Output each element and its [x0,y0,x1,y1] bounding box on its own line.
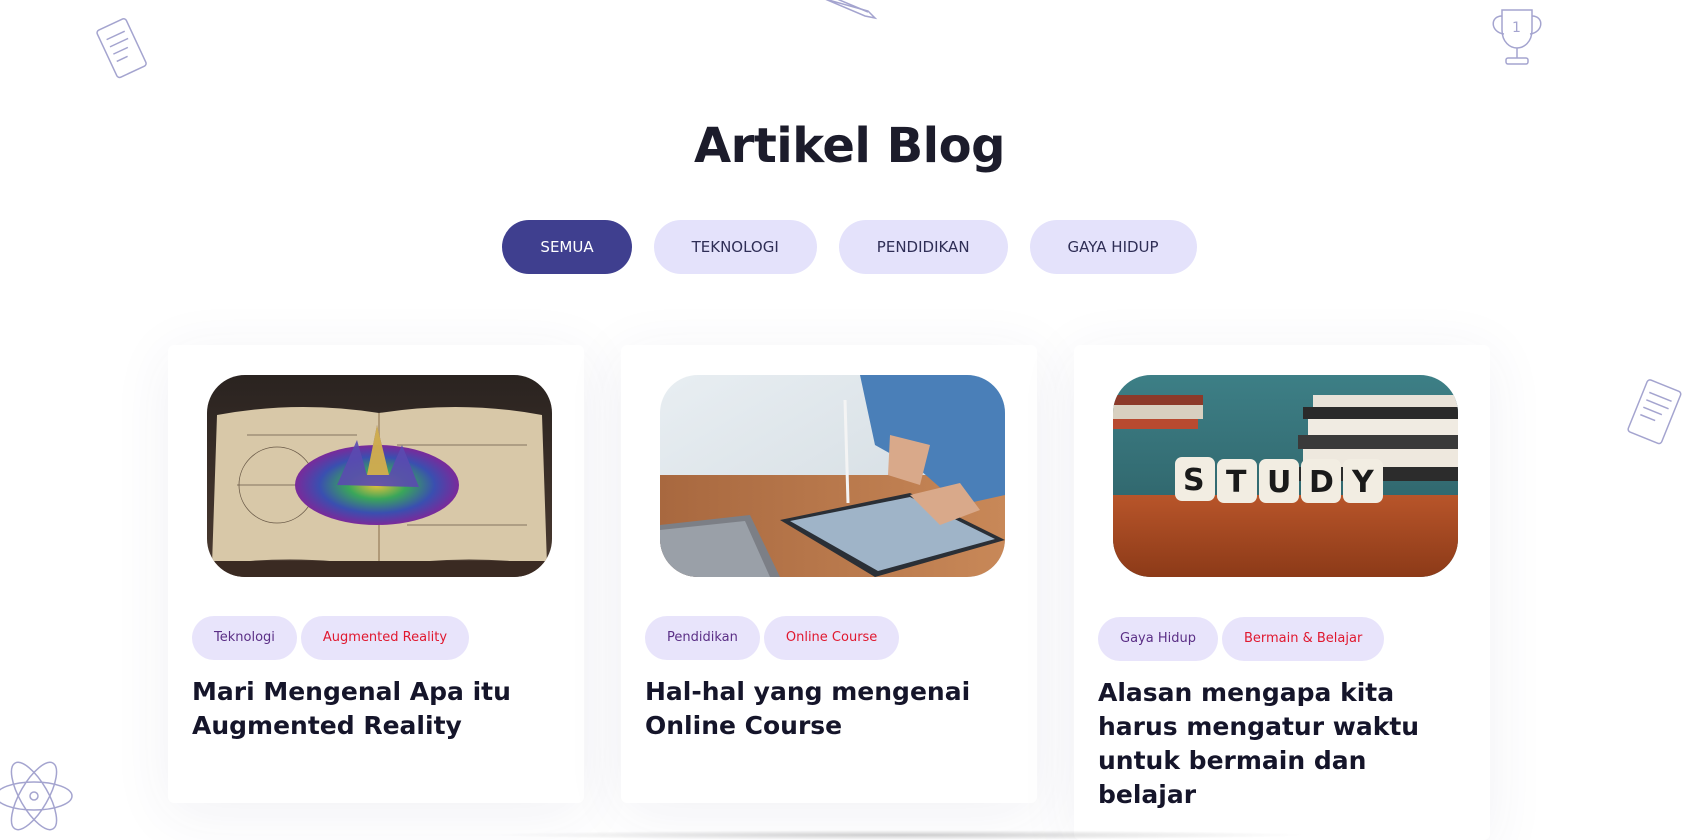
tablet-stylus-image[interactable] [660,375,1005,577]
article-title[interactable]: Hal-hal yang mengenai Online Course [645,675,1017,743]
document-doodle-icon [96,18,147,79]
tag-category[interactable]: Teknologi [192,616,297,660]
tag-topic[interactable]: Bermain & Belajar [1221,617,1385,661]
svg-text:1: 1 [1512,20,1521,36]
filter-semua-button[interactable]: SEMUA [502,220,632,274]
article-tags: Pendidikan Online Course [645,616,900,660]
article-card-augmented-reality[interactable]: Teknologi Augmented Reality Mari Mengena… [168,345,584,803]
filter-gaya-hidup-button[interactable]: GAYA HIDUP [1029,220,1197,274]
category-filter-bar: SEMUA TEKNOLOGI PENDIDIKAN GAYA HIDUP [0,220,1699,274]
svg-text:T: T [1226,465,1247,500]
svg-text:U: U [1267,465,1291,500]
trophy-doodle-icon: 1 [1492,9,1542,65]
pencil-doodle-icon [825,0,878,20]
atom-doodle-icon [0,761,73,831]
svg-text:S: S [1183,463,1205,498]
article-title[interactable]: Alasan mengapa kita harus mengatur waktu… [1098,676,1470,812]
notes-doodle-icon [1627,379,1682,445]
filter-pendidikan-button[interactable]: PENDIDIKAN [838,220,1008,274]
article-title[interactable]: Mari Mengenal Apa itu Augmented Reality [192,675,564,743]
section-divider [490,830,1310,840]
article-card-time-management[interactable]: ST UDY Gaya Hidup Bermain & Belajar Alas… [1074,345,1490,840]
article-tags: Teknologi Augmented Reality [192,616,470,660]
augmented-reality-book-image[interactable] [207,375,552,577]
article-card-online-course[interactable]: Pendidikan Online Course Hal-hal yang me… [621,345,1037,803]
section-title: Artikel Blog [694,118,1005,174]
tag-category[interactable]: Gaya Hidup [1098,617,1218,661]
tag-category[interactable]: Pendidikan [645,616,760,660]
tag-topic[interactable]: Online Course [763,616,900,660]
tag-topic[interactable]: Augmented Reality [300,616,470,660]
filter-teknologi-button[interactable]: TEKNOLOGI [653,220,817,274]
svg-text:Y: Y [1351,465,1375,500]
article-tags: Gaya Hidup Bermain & Belajar [1098,617,1385,661]
svg-text:D: D [1309,465,1334,500]
study-dice-books-image[interactable]: ST UDY [1113,375,1458,577]
